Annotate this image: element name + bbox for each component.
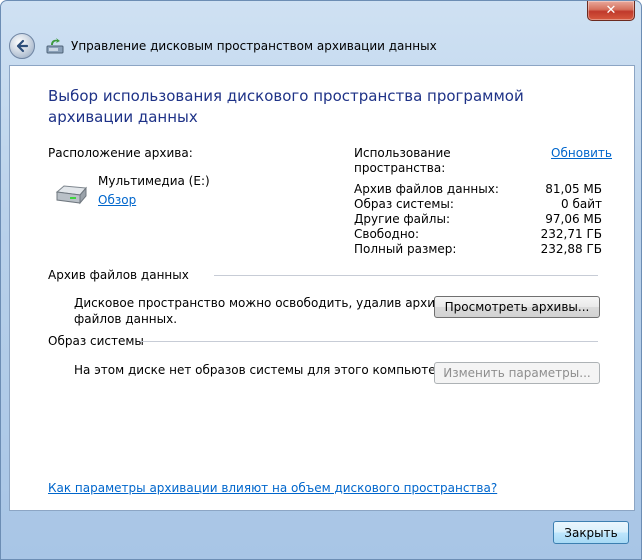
refresh-link[interactable]: Обновить: [551, 146, 612, 160]
stat-value: 232,71 ГБ: [540, 227, 602, 241]
stat-value: 97,06 МБ: [545, 212, 602, 226]
stat-value: 232,88 ГБ: [540, 242, 602, 256]
window: ✕ Управление дисковым пространством архи…: [0, 0, 642, 560]
drive-name: Мультимедиа (E:): [98, 174, 210, 188]
stat-row-data-archive: Архив файлов данных: 81,05 МБ: [354, 182, 602, 197]
change-settings-button[interactable]: Изменить параметры...: [434, 362, 600, 384]
data-archive-text-line2: файлов данных.: [74, 312, 178, 326]
stat-label: Полный размер:: [354, 242, 457, 256]
usage-stats: Архив файлов данных: 81,05 МБ Образ сист…: [354, 182, 602, 257]
section-divider: [140, 341, 598, 342]
system-image-section-title: Образ системы: [48, 334, 144, 348]
help-link[interactable]: Как параметры архивации влияют на объем …: [48, 481, 497, 495]
data-archive-section-title: Архив файлов данных: [48, 268, 189, 282]
stat-row-total: Полный размер: 232,88 ГБ: [354, 242, 602, 257]
footer: Закрыть: [9, 511, 633, 555]
window-title: Управление дисковым пространством архива…: [71, 39, 437, 53]
stat-label: Образ системы:: [354, 197, 454, 211]
title-bar: ✕: [1, 1, 641, 27]
navigation-bar: Управление дисковым пространством архива…: [9, 31, 633, 61]
stat-label: Другие файлы:: [354, 212, 450, 226]
hard-drive-icon: [55, 185, 88, 205]
stat-value: 0 байт: [561, 197, 602, 211]
view-backups-button[interactable]: Просмотреть архивы...: [434, 296, 600, 318]
content-panel: Выбор использования дискового пространст…: [9, 65, 635, 511]
stat-row-other-files: Другие файлы: 97,06 МБ: [354, 212, 602, 227]
usage-label-line2: пространства:: [354, 161, 446, 175]
close-icon: ✕: [605, 3, 617, 18]
stat-label: Свободно:: [354, 227, 420, 241]
close-button[interactable]: Закрыть: [553, 521, 629, 544]
usage-label-line1: Использование: [354, 146, 451, 160]
stat-label: Архив файлов данных:: [354, 182, 499, 196]
stat-value: 81,05 МБ: [545, 182, 602, 196]
back-arrow-icon: [16, 39, 29, 53]
stat-row-free: Свободно: 232,71 ГБ: [354, 227, 602, 242]
page-title: Выбор использования дискового пространст…: [48, 87, 524, 126]
section-divider: [214, 275, 598, 276]
window-close-button[interactable]: ✕: [587, 1, 635, 21]
back-button[interactable]: [9, 33, 35, 59]
data-archive-text-line1: Дисковое пространство можно освободить, …: [74, 296, 452, 310]
location-label: Расположение архива:: [48, 146, 193, 160]
stat-row-system-image: Образ системы: 0 байт: [354, 197, 602, 212]
system-image-text: На этом диске нет образов системы для эт…: [74, 363, 451, 377]
backup-app-icon: [46, 38, 64, 54]
browse-link[interactable]: Обзор: [98, 193, 136, 207]
